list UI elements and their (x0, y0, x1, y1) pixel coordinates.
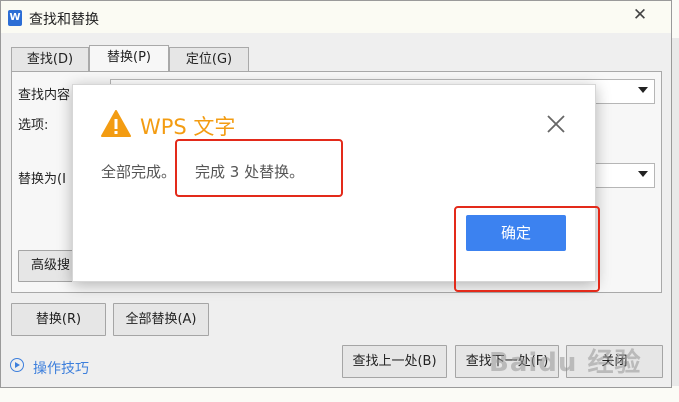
document-background-bottom (0, 386, 679, 402)
tab-replace[interactable]: 替换(P) (89, 45, 169, 72)
annotation-result-box (175, 139, 343, 197)
dialog-close-button[interactable]: ✕ (618, 3, 662, 27)
warning-icon (101, 110, 131, 137)
find-what-label: 查找内容 (18, 88, 71, 103)
baidu-watermark: Baidu 经验 (489, 348, 642, 378)
replace-all-button[interactable]: 全部替换(A) (113, 303, 209, 336)
replace-button[interactable]: 替换(R) (11, 303, 106, 336)
options-label: 选项: (18, 118, 49, 133)
message-title: WPS 文字 (140, 115, 236, 139)
annotation-ok-box (454, 206, 600, 292)
play-tips-icon[interactable] (10, 358, 24, 372)
find-previous-button[interactable]: 查找上一处(B) (342, 345, 447, 378)
tab-goto[interactable]: 定位(G) (169, 47, 249, 71)
tips-link[interactable]: 操作技巧 (33, 358, 89, 378)
dialog-title: 查找和替换 (29, 12, 99, 28)
chevron-down-icon[interactable] (638, 87, 648, 93)
tab-find[interactable]: 查找(D) (11, 47, 89, 71)
dialog-titlebar (1, 1, 671, 33)
replace-with-label: 替换为(I (18, 172, 66, 187)
wps-writer-icon: W (8, 10, 22, 26)
message-text-prefix: 全部完成。 (101, 163, 177, 181)
chevron-down-icon[interactable] (638, 171, 648, 177)
close-icon[interactable] (540, 111, 572, 139)
